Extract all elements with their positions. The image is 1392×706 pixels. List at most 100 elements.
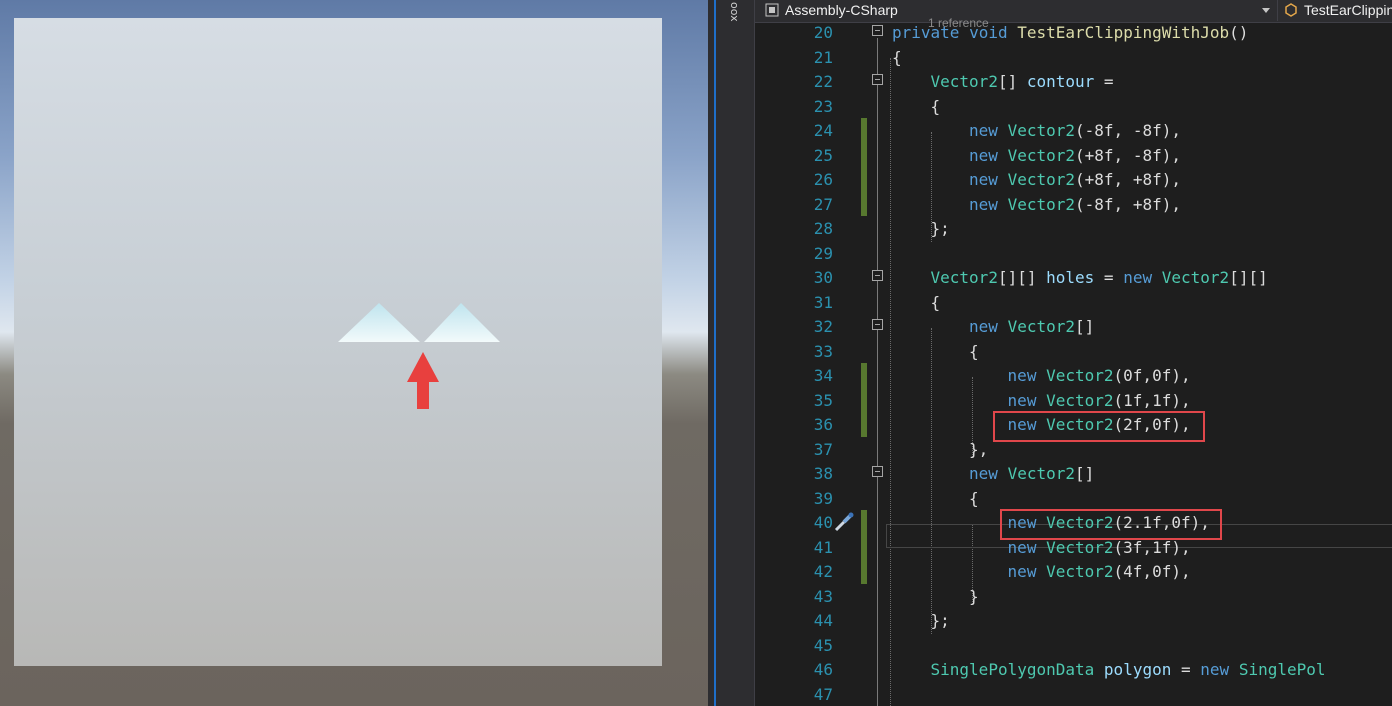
code-line[interactable]: 24 new Vector2(-8f, -8f), (755, 118, 1392, 143)
toolbox-tab[interactable]: oox (718, 0, 755, 706)
collapse-icon[interactable] (872, 466, 883, 477)
code-token: [][] (997, 268, 1047, 287)
line-number: 35 (813, 390, 833, 410)
code-line[interactable]: 40 new Vector2(2.1f,0f), (755, 509, 1392, 540)
type-name: Vector2 (1007, 464, 1076, 483)
code-token: }, (969, 439, 989, 459)
code-line[interactable]: 28}; (755, 216, 1392, 241)
access-modifier: private (892, 23, 960, 42)
code-line[interactable]: 21 { (755, 45, 1392, 70)
code-token: = (1171, 660, 1201, 679)
code-line[interactable]: 44}; (755, 608, 1392, 633)
collapse-icon[interactable] (872, 25, 883, 36)
variable-name: holes (1046, 268, 1095, 287)
code-args: (1f,1f), (1113, 390, 1191, 410)
code-line[interactable]: 45 (755, 633, 1392, 658)
code-line[interactable]: 34 new Vector2(0f,0f), (755, 363, 1392, 388)
code-token: }; (930, 219, 950, 238)
code-args: (0f,0f), (1113, 366, 1191, 385)
code-line[interactable]: 20 private void TestEarClippingWithJob() (755, 20, 1392, 45)
code-text: { (931, 97, 941, 116)
code-line[interactable]: 32 new Vector2[] (755, 314, 1392, 339)
code-token: } (969, 586, 979, 606)
code-line[interactable]: 39 { (755, 486, 1392, 511)
code-line[interactable]: 22 Vector2[] contour = (755, 69, 1392, 94)
new-keyword: new (969, 464, 998, 483)
code-line[interactable]: 47 (755, 682, 1392, 706)
mesh-triangle-left (338, 303, 420, 342)
code-text: private void TestEarClippingWithJob() (892, 23, 1248, 42)
collapse-icon[interactable] (872, 319, 883, 330)
pane-splitter[interactable] (708, 0, 718, 706)
line-number: 25 (813, 145, 833, 165)
code-line[interactable]: 36 new Vector2(2f,0f), (755, 411, 1392, 442)
code-line[interactable]: 31 { (755, 290, 1392, 315)
code-text: }, (969, 440, 988, 459)
code-text: new Vector2(3f,1f), (1008, 538, 1191, 557)
line-number: 22 (813, 72, 833, 91)
line-number: 32 (813, 317, 833, 336)
type-name: Vector2 (930, 72, 998, 91)
code-line[interactable]: 43} (755, 584, 1392, 609)
code-text: { (931, 293, 941, 312)
code-line[interactable]: 37}, (755, 437, 1392, 462)
toolbox-label: oox (728, 2, 741, 22)
project-dropdown[interactable]: Assembly-CSharp (759, 0, 1271, 21)
code-token: { (892, 47, 902, 67)
code-line[interactable]: 41 new Vector2(3f,1f), (755, 534, 1392, 559)
new-keyword: new (969, 317, 998, 336)
code-token: { (930, 292, 941, 312)
method-name: TestEarClippingWithJob (1017, 23, 1230, 42)
change-marker (861, 412, 867, 437)
code-line[interactable]: 29 (755, 241, 1392, 266)
collapse-icon[interactable] (872, 74, 883, 85)
code-args: (+8f, +8f), (1075, 170, 1181, 189)
code-line[interactable]: 33 { (755, 339, 1392, 364)
code-line[interactable]: 35 new Vector2(1f,1f), (755, 387, 1392, 412)
unity-scene-view[interactable] (0, 0, 708, 706)
new-keyword: new (969, 121, 998, 140)
return-type: void (969, 23, 1008, 42)
line-number: 45 (813, 635, 833, 655)
line-number: 44 (813, 611, 833, 630)
class-dropdown[interactable]: TestEarClippin (1277, 0, 1392, 21)
dropdown-arrow-icon (1262, 8, 1270, 13)
code-text: Vector2[] contour = (931, 72, 1114, 91)
new-keyword: new (969, 170, 998, 189)
code-line[interactable]: 26 new Vector2(+8f, +8f), (755, 167, 1392, 192)
code-line[interactable]: 30 Vector2[][] holes = new Vector2[][] (755, 265, 1392, 290)
line-number: 20 (813, 23, 833, 42)
code-text: { (969, 489, 979, 508)
line-number: 31 (813, 292, 833, 312)
code-line[interactable]: 38 new Vector2[] (755, 461, 1392, 486)
code-text: new Vector2(-8f, +8f), (969, 195, 1181, 214)
line-number: 36 (813, 415, 833, 434)
line-number: 24 (813, 121, 833, 140)
line-number: 34 (813, 366, 833, 385)
line-number: 43 (813, 586, 833, 606)
code-line[interactable]: 42 new Vector2(4f,0f), (755, 559, 1392, 584)
code-token: { (969, 341, 979, 361)
code-token: { (930, 96, 941, 116)
line-number: 23 (813, 96, 833, 116)
code-text: new Vector2(+8f, -8f), (969, 146, 1181, 165)
visual-studio-editor: oox Assembly-CSharp TestEarClippin 1 ref… (718, 0, 1392, 706)
code-line[interactable]: 23 { (755, 94, 1392, 119)
code-text: Vector2[][] holes = new Vector2[][] (931, 268, 1268, 287)
code-args: (4f,0f), (1113, 562, 1191, 581)
type-name: Vector2 (1161, 268, 1230, 287)
variable-name: polygon (1103, 660, 1172, 679)
line-number: 21 (813, 47, 833, 67)
screwdriver-icon[interactable] (833, 511, 855, 533)
line-number: 27 (813, 194, 833, 214)
code-token: }; (930, 611, 950, 630)
code-view[interactable]: 1 reference 20 private void TestEarClippi… (755, 16, 1392, 706)
code-line[interactable]: 46 SinglePolygonData polygon = new Single… (755, 657, 1392, 682)
collapse-icon[interactable] (872, 270, 883, 281)
code-line[interactable]: 27 new Vector2(-8f, +8f), (755, 191, 1392, 216)
class-icon (1285, 3, 1297, 17)
code-text: new Vector2(-8f, -8f), (969, 121, 1181, 140)
code-line[interactable]: 25 new Vector2(+8f, -8f), (755, 142, 1392, 167)
code-args: [] (1075, 464, 1095, 483)
type-name: Vector2 (1007, 317, 1076, 336)
